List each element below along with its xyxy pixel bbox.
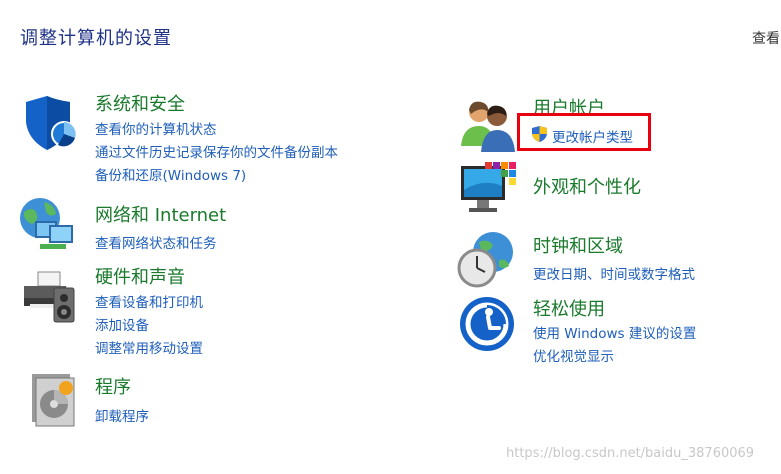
link-uninstall-program[interactable]: 卸载程序 [95,405,149,425]
link-add-device[interactable]: 添加设备 [95,314,149,334]
printer-speaker-icon[interactable] [20,268,78,326]
link-use-windows-recommended[interactable]: 使用 Windows 建议的设置 [533,322,696,342]
link-optimize-visual-display[interactable]: 优化视觉显示 [533,345,614,365]
link-backup-restore[interactable]: 备份和还原(Windows 7) [95,164,246,184]
programs-disc-icon[interactable] [24,370,82,428]
link-change-date-time-format[interactable]: 更改日期、时间或数字格式 [533,263,695,283]
category-title-hardware-sound[interactable]: 硬件和声音 [95,263,185,289]
network-globe-icon[interactable] [18,196,76,254]
link-view-network-status[interactable]: 查看网络状态和任务 [95,232,217,252]
link-view-computer-status[interactable]: 查看你的计算机状态 [95,118,217,138]
uac-shield-icon [532,126,547,142]
page-title: 调整计算机的设置 [20,28,172,49]
category-title-system-security[interactable]: 系统和安全 [95,90,185,116]
users-icon[interactable] [459,96,517,154]
link-file-history-backup[interactable]: 通过文件历史记录保存你的文件备份副本 [95,141,338,161]
category-title-network-internet[interactable]: 网络和 Internet [95,201,226,227]
monitor-palette-icon[interactable] [459,160,517,218]
category-title-appearance[interactable]: 外观和个性化 [533,173,641,199]
ease-of-access-icon[interactable] [459,296,517,354]
clock-globe-icon[interactable] [457,230,515,288]
security-shield-icon[interactable] [20,94,78,152]
category-title-ease-of-access[interactable]: 轻松使用 [533,295,605,321]
link-change-account-type[interactable]: 更改帐户类型 [552,126,633,146]
category-title-programs[interactable]: 程序 [95,373,131,399]
link-view-devices-printers[interactable]: 查看设备和打印机 [95,291,203,311]
link-mobility-settings[interactable]: 调整常用移动设置 [95,337,203,357]
watermark: https://blog.csdn.net/baidu_38760069 [506,446,755,461]
view-by-label[interactable]: 查看 [752,28,780,48]
category-title-clock-region[interactable]: 时钟和区域 [533,232,623,258]
